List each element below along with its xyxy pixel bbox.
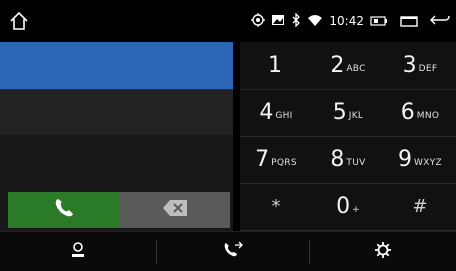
delete-button[interactable] xyxy=(120,192,230,228)
key-5[interactable]: 5 JKL xyxy=(312,89,384,137)
location-icon xyxy=(251,12,266,31)
key-4[interactable]: 4 GHI xyxy=(240,89,312,137)
keypad: 1 2 ABC 3 DEF 4 GHI 5 JKL 6 MNO 7 PQRS 8 TUV 9W… xyxy=(240,42,456,231)
bluetooth-icon xyxy=(291,11,301,31)
back-icon[interactable] xyxy=(430,12,450,31)
call-button[interactable] xyxy=(8,192,120,228)
window-icon[interactable] xyxy=(400,12,418,31)
status-icons: 10:42 xyxy=(251,0,450,42)
bottom-tab-bar xyxy=(0,231,456,271)
tab-settings[interactable] xyxy=(310,232,456,271)
settings-icon xyxy=(374,241,392,263)
tab-contacts[interactable] xyxy=(0,232,156,271)
status-bar: 10:42 xyxy=(0,0,456,42)
tab-call-log[interactable] xyxy=(157,232,309,271)
call-log-icon xyxy=(222,241,244,263)
key-9[interactable]: 9 WXYZ xyxy=(384,136,456,184)
key-2[interactable]: 2 ABC xyxy=(312,42,384,90)
image-icon xyxy=(271,12,285,31)
number-field[interactable] xyxy=(0,42,233,89)
battery-icon xyxy=(370,12,388,31)
status-time: 10:42 xyxy=(329,14,364,28)
call-icon xyxy=(52,196,76,224)
backspace-icon xyxy=(162,199,188,221)
key-3[interactable]: 3 DEF xyxy=(384,42,456,90)
key-7[interactable]: 7 PQRS xyxy=(240,136,312,184)
key-6[interactable]: 6 MNO xyxy=(384,89,456,137)
key-1[interactable]: 1 xyxy=(240,42,312,90)
home-icon[interactable] xyxy=(8,10,30,32)
key-hash[interactable]: # xyxy=(384,183,456,231)
suggestion-row xyxy=(0,89,233,136)
contacts-icon xyxy=(69,241,87,263)
key-0[interactable]: 0 + xyxy=(312,183,384,231)
key-8[interactable]: 8 TUV xyxy=(312,136,384,184)
wifi-icon xyxy=(307,12,323,31)
key-star[interactable]: * xyxy=(240,183,312,231)
